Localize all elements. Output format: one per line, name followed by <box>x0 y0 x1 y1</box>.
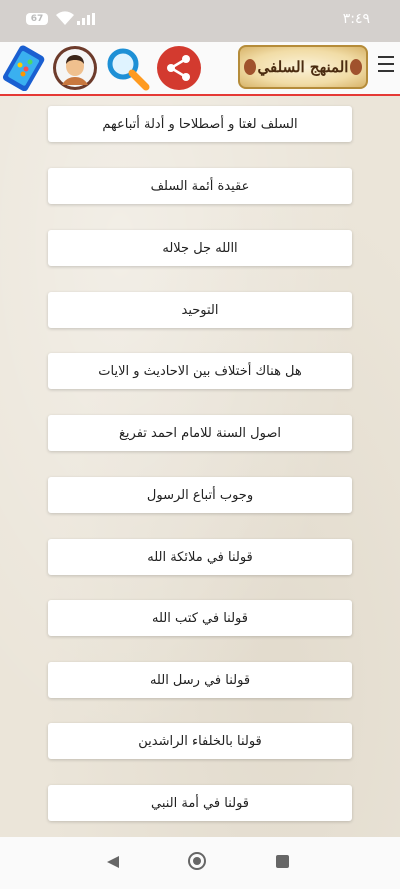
search-icon[interactable] <box>104 45 150 91</box>
list-item[interactable]: السلف لغتا و أصطلاحا و أدلة أتباعهم <box>48 106 352 142</box>
menu-icon[interactable] <box>378 56 394 76</box>
list-item[interactable]: قولنا في أمة النبي <box>48 785 352 821</box>
topics-list: السلف لغتا و أصطلاحا و أدلة أتباعهم عقيد… <box>0 96 400 837</box>
system-nav-bar <box>0 837 400 889</box>
list-item[interactable]: االله جل جلاله <box>48 230 352 266</box>
list-item[interactable]: قولنا في رسل الله <box>48 662 352 698</box>
phone-apps-icon[interactable] <box>2 45 48 91</box>
recent-apps-icon[interactable] <box>276 855 289 868</box>
battery-icon: 67 <box>26 13 48 25</box>
list-item[interactable]: التوحيد <box>48 292 352 328</box>
list-item[interactable]: اصول السنة للامام احمد تفريغ <box>48 415 352 451</box>
share-icon[interactable] <box>156 45 202 91</box>
app-toolbar: المنهج السلفي <box>0 42 400 96</box>
signal-icon <box>77 13 95 25</box>
status-time: ٣:٤٩ <box>342 11 370 27</box>
wifi-icon <box>56 11 74 25</box>
list-item[interactable]: عقيدة أئمة السلف <box>48 168 352 204</box>
list-item[interactable]: قولنا في ملائكة الله <box>48 539 352 575</box>
list-item[interactable]: قولنا بالخلفاء الراشدين <box>48 723 352 759</box>
list-item[interactable]: وجوب أتباع الرسول <box>48 477 352 513</box>
app-logo: المنهج السلفي <box>238 45 368 89</box>
avatar-icon[interactable] <box>52 45 98 91</box>
list-item[interactable]: قولنا في كتب الله <box>48 600 352 636</box>
status-bar: 67 ٣:٤٩ <box>0 0 400 42</box>
list-item[interactable]: هل هناك أختلاف بين الاحاديث و الايات <box>48 353 352 389</box>
back-icon[interactable] <box>106 855 120 869</box>
home-icon[interactable] <box>188 852 206 870</box>
